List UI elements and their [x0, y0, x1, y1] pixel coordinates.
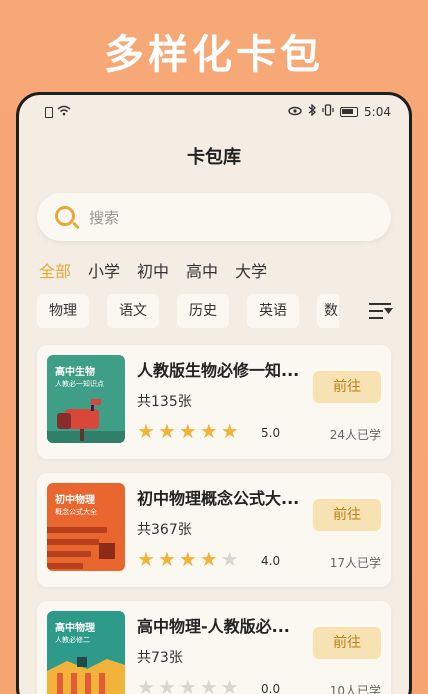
tab-university[interactable]: 大学	[235, 258, 267, 282]
go-button[interactable]: 前往	[313, 499, 381, 531]
star-icon: ★	[178, 675, 197, 694]
thumb-title: 高中生物	[55, 367, 95, 378]
card-title: 初中物理概念公式大...	[137, 489, 300, 508]
thumb-subtitle: 人教必一知识点	[55, 380, 104, 388]
thumb-subtitle: 概念公式大全	[55, 508, 97, 516]
card-title: 高中物理-人教版必...	[137, 617, 290, 636]
card-thumbnail: 高中生物 人教必一知识点	[47, 355, 125, 443]
promo-title: 多样化卡包	[104, 32, 324, 78]
rating-stars: ★ ★ ★ ★ ★	[137, 677, 239, 694]
chip-physics[interactable]: 物理	[37, 294, 89, 328]
card-item[interactable]: 初中物理 概念公式大全 初中物理概念公式大... 共367张 ★ ★ ★ ★ ★…	[37, 473, 391, 587]
wifi-icon	[57, 105, 71, 119]
card-count: 共367张	[137, 522, 192, 538]
status-bar: 5:04	[19, 95, 409, 127]
bluetooth-icon	[308, 103, 317, 119]
chip-english[interactable]: 英语	[247, 294, 299, 328]
shelf-illustration	[47, 523, 125, 571]
vibrate-icon	[322, 104, 334, 119]
star-icon: ★	[199, 419, 218, 443]
subject-filter-row: 物理 语文 历史 英语 数	[37, 294, 397, 330]
star-icon: ★	[137, 419, 155, 443]
tab-all[interactable]: 全部	[39, 258, 71, 282]
star-icon: ★	[137, 675, 155, 694]
rating-value: 5.0	[261, 426, 281, 440]
tab-senior-high[interactable]: 高中	[186, 258, 218, 282]
chip-history[interactable]: 历史	[177, 294, 229, 328]
star-icon: ★	[178, 419, 197, 443]
card-item[interactable]: 高中生物 人教必一知识点 人教版生物必修一知... 共135张 ★ ★ ★ ★ …	[37, 345, 391, 459]
go-button[interactable]: 前往	[313, 371, 381, 403]
chip-chinese[interactable]: 语文	[107, 294, 159, 328]
rating-value: 4.0	[261, 554, 281, 568]
rating-stars: ★ ★ ★ ★ ★	[137, 549, 239, 569]
learners-count: 10人已学	[329, 684, 381, 694]
learners-count: 17人已学	[329, 556, 381, 570]
thumb-subtitle: 人教必修二	[55, 636, 90, 644]
card-count: 共73张	[137, 650, 183, 666]
star-icon: ★	[137, 547, 155, 571]
level-tabs: 全部 小学 初中 高中 大学	[39, 258, 267, 282]
rating-stars: ★ ★ ★ ★ ★	[137, 421, 239, 441]
go-button[interactable]: 前往	[313, 627, 381, 659]
rating-value: 0.0	[261, 682, 281, 694]
star-icon: ★	[199, 547, 218, 571]
star-icon: ★	[220, 547, 239, 571]
battery-icon	[340, 106, 359, 117]
chip-math[interactable]: 数	[317, 294, 339, 328]
tab-junior-high[interactable]: 初中	[137, 258, 169, 282]
card-item[interactable]: 高中物理 人教必修二 高中物理-人教版必... 共73张 ★ ★ ★ ★ ★ 0…	[37, 601, 391, 694]
search-input[interactable]: 搜索	[37, 193, 391, 241]
filter-menu-icon[interactable]	[369, 300, 393, 322]
search-placeholder: 搜索	[89, 209, 120, 227]
learners-count: 24人已学	[329, 428, 381, 442]
star-icon: ★	[199, 675, 218, 694]
status-right: 5:04	[288, 103, 391, 119]
page-title: 卡包库	[187, 147, 241, 168]
card-count: 共135张	[137, 394, 192, 410]
status-left	[45, 105, 71, 119]
thumb-title: 高中物理	[55, 623, 95, 634]
search-icon	[55, 206, 75, 226]
star-icon: ★	[157, 547, 176, 571]
card-thumbnail: 初中物理 概念公式大全	[47, 483, 125, 571]
stripes-illustration	[47, 657, 125, 694]
star-icon: ★	[220, 419, 239, 443]
status-time: 5:04	[364, 104, 391, 119]
tab-primary[interactable]: 小学	[88, 258, 120, 282]
sim-icon	[45, 106, 53, 118]
phone-frame: 5:04 卡包库 搜索 全部 小学 初中 高中 大学 物理 语文 历史 英语 数…	[16, 92, 412, 694]
star-icon: ★	[178, 547, 197, 571]
star-icon: ★	[157, 419, 176, 443]
thumb-title: 初中物理	[55, 495, 95, 506]
card-title: 人教版生物必修一知...	[137, 361, 300, 380]
star-icon: ★	[157, 675, 176, 694]
eye-icon	[288, 105, 302, 119]
star-icon: ★	[220, 675, 239, 694]
mailbox-illustration	[47, 399, 125, 443]
card-thumbnail: 高中物理 人教必修二	[47, 611, 125, 694]
